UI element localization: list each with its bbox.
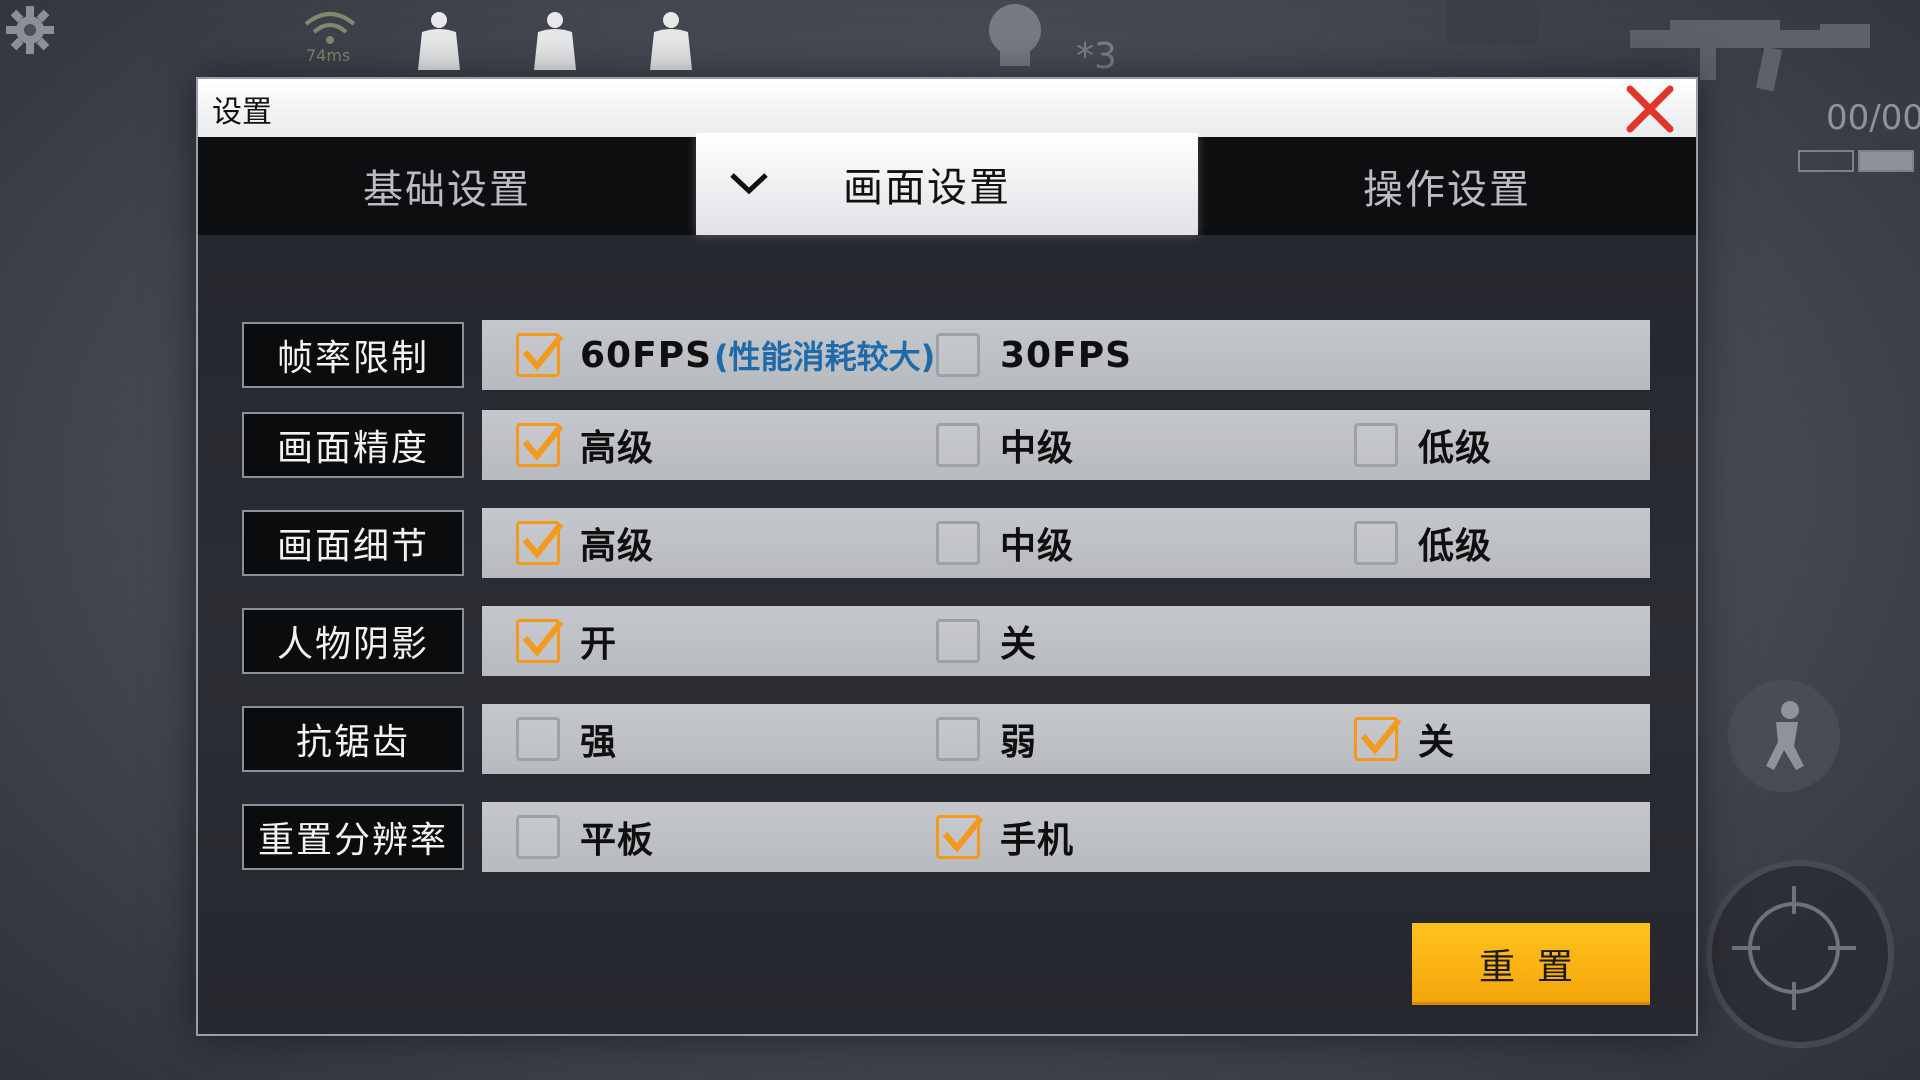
checkbox-checked[interactable]: [516, 521, 564, 565]
checkbox-unchecked[interactable]: [936, 333, 980, 377]
tab-label: 操作设置: [1363, 167, 1531, 213]
option-quality-high[interactable]: 高级: [516, 410, 654, 480]
reset-button[interactable]: 重置: [1412, 923, 1650, 1005]
option-detail-high[interactable]: 高级: [516, 508, 654, 578]
checkbox-checked[interactable]: [936, 815, 984, 859]
keyboard-icon[interactable]: [1446, 0, 1538, 44]
row-label-anti-aliasing: 抗锯齿: [242, 706, 464, 772]
performance-note: (性能消耗较大): [714, 338, 936, 376]
checkbox-unchecked[interactable]: [1354, 423, 1398, 467]
option-quality-low[interactable]: 低级: [1354, 410, 1492, 480]
resolution-options: 平板 手机: [482, 802, 1650, 872]
tab-display-settings[interactable]: 画面设置: [696, 133, 1198, 235]
magazine-slot: [1798, 150, 1854, 172]
teammate-icon: [640, 10, 702, 78]
option-aa-weak[interactable]: 弱: [936, 704, 1037, 774]
chevron-down-icon: [730, 173, 768, 195]
teammate-icon: [524, 10, 586, 78]
checkbox-unchecked[interactable]: [936, 423, 980, 467]
settings-dialog: 设置 基础设置 画面设置 操作设置 帧率限制 60FPS (性能消耗较大) 30…: [196, 77, 1698, 1036]
option-60fps[interactable]: 60FPS (性能消耗较大): [516, 320, 935, 390]
tab-label: 基础设置: [363, 167, 531, 213]
kill-skull-icon: [960, 0, 1070, 72]
row-label-resolution: 重置分辨率: [242, 804, 464, 870]
checkbox-checked[interactable]: [516, 619, 564, 663]
row-label-frame-rate: 帧率限制: [242, 322, 464, 388]
dialog-title: 设置: [212, 95, 272, 130]
option-shadow-on[interactable]: 开: [516, 606, 617, 676]
option-detail-low[interactable]: 低级: [1354, 508, 1492, 578]
tab-label: 画面设置: [843, 165, 1011, 211]
checkbox-unchecked[interactable]: [936, 717, 980, 761]
teammate-icon: [408, 10, 470, 78]
dialog-titlebar: 设置: [198, 79, 1696, 137]
tab-control-settings[interactable]: 操作设置: [1198, 137, 1696, 235]
checkbox-checked[interactable]: [516, 333, 564, 377]
option-quality-medium[interactable]: 中级: [936, 410, 1074, 480]
shadow-options: 开 关: [482, 606, 1650, 676]
option-30fps[interactable]: 30FPS: [936, 320, 1132, 390]
row-label-shadow: 人物阴影: [242, 608, 464, 674]
checkbox-unchecked[interactable]: [936, 521, 980, 565]
ammo-counter: 00/00: [1826, 98, 1920, 138]
checkbox-unchecked[interactable]: [936, 619, 980, 663]
ping-text: 74ms: [306, 46, 351, 65]
detail-options: 高级 中级 低级: [482, 508, 1650, 578]
frame-rate-options: 60FPS (性能消耗较大) 30FPS: [482, 320, 1650, 390]
option-phone[interactable]: 手机: [936, 802, 1074, 872]
option-aa-off[interactable]: 关: [1354, 704, 1455, 774]
option-shadow-off[interactable]: 关: [936, 606, 1037, 676]
render-quality-options: 高级 中级 低级: [482, 410, 1650, 480]
checkbox-unchecked[interactable]: [516, 717, 560, 761]
option-tablet[interactable]: 平板: [516, 802, 654, 872]
fire-crosshair-icon[interactable]: [1706, 860, 1894, 1048]
option-detail-medium[interactable]: 中级: [936, 508, 1074, 578]
checkbox-checked[interactable]: [516, 423, 564, 467]
kill-count: *3: [1076, 36, 1117, 77]
row-label-detail: 画面细节: [242, 510, 464, 576]
close-icon[interactable]: [1624, 83, 1676, 135]
option-aa-strong[interactable]: 强: [516, 704, 617, 774]
checkbox-unchecked[interactable]: [1354, 521, 1398, 565]
checkbox-unchecked[interactable]: [516, 815, 560, 859]
jump-button-icon[interactable]: [1728, 680, 1840, 792]
tab-bar: 基础设置 画面设置 操作设置: [198, 133, 1696, 235]
row-label-render-quality: 画面精度: [242, 412, 464, 478]
anti-aliasing-options: 强 弱 关: [482, 704, 1650, 774]
magazine-slot: [1858, 150, 1914, 172]
tab-basic-settings[interactable]: 基础设置: [198, 137, 696, 235]
settings-gear-icon[interactable]: [4, 4, 56, 56]
checkbox-checked[interactable]: [1354, 717, 1402, 761]
